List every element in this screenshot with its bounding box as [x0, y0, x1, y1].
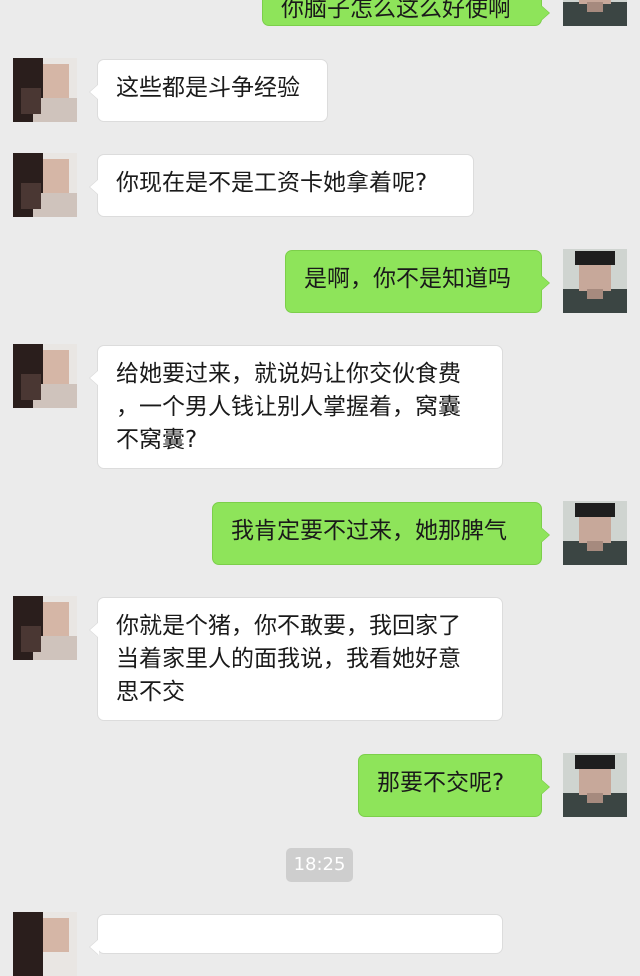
chat-conversation: 你脑子怎么这么好使啊 这些都是斗争经验 你现在是不是工资卡她拿着呢? 是啊，你不… [0, 0, 640, 976]
male-avatar-icon[interactable] [563, 249, 627, 313]
female-avatar-icon[interactable] [13, 912, 77, 976]
message-bubble-incoming[interactable]: 你就是个猪，你不敢要，我回家了 当着家里人的面我说，我看她好意 思不交 [89, 597, 503, 721]
message-bubble-outgoing[interactable]: 那要不交呢? [358, 754, 550, 817]
message-bubble-outgoing[interactable]: 你脑子怎么这么好使啊 [262, 0, 550, 26]
message-bubble-incoming[interactable]: 这些都是斗争经验 [89, 59, 328, 122]
female-avatar-icon[interactable] [13, 153, 77, 217]
message-bubble-incoming[interactable] [89, 914, 503, 955]
message-bubble-outgoing[interactable]: 是啊，你不是知道吗 [285, 250, 550, 313]
message-timestamp: 18:25 [286, 848, 353, 882]
male-avatar-icon[interactable] [563, 753, 627, 817]
message-bubble-outgoing[interactable]: 我肯定要不过来，她那脾气 [212, 502, 550, 565]
message-bubble-incoming[interactable]: 你现在是不是工资卡她拿着呢? [89, 154, 474, 217]
male-avatar-icon[interactable] [563, 0, 627, 26]
male-avatar-icon[interactable] [563, 501, 627, 565]
female-avatar-icon[interactable] [13, 596, 77, 660]
female-avatar-icon[interactable] [13, 344, 77, 408]
female-avatar-icon[interactable] [13, 58, 77, 122]
message-bubble-incoming[interactable]: 给她要过来，就说妈让你交伙食费 ，一个男人钱让别人掌握着，窝囊 不窝囊? [89, 345, 503, 469]
